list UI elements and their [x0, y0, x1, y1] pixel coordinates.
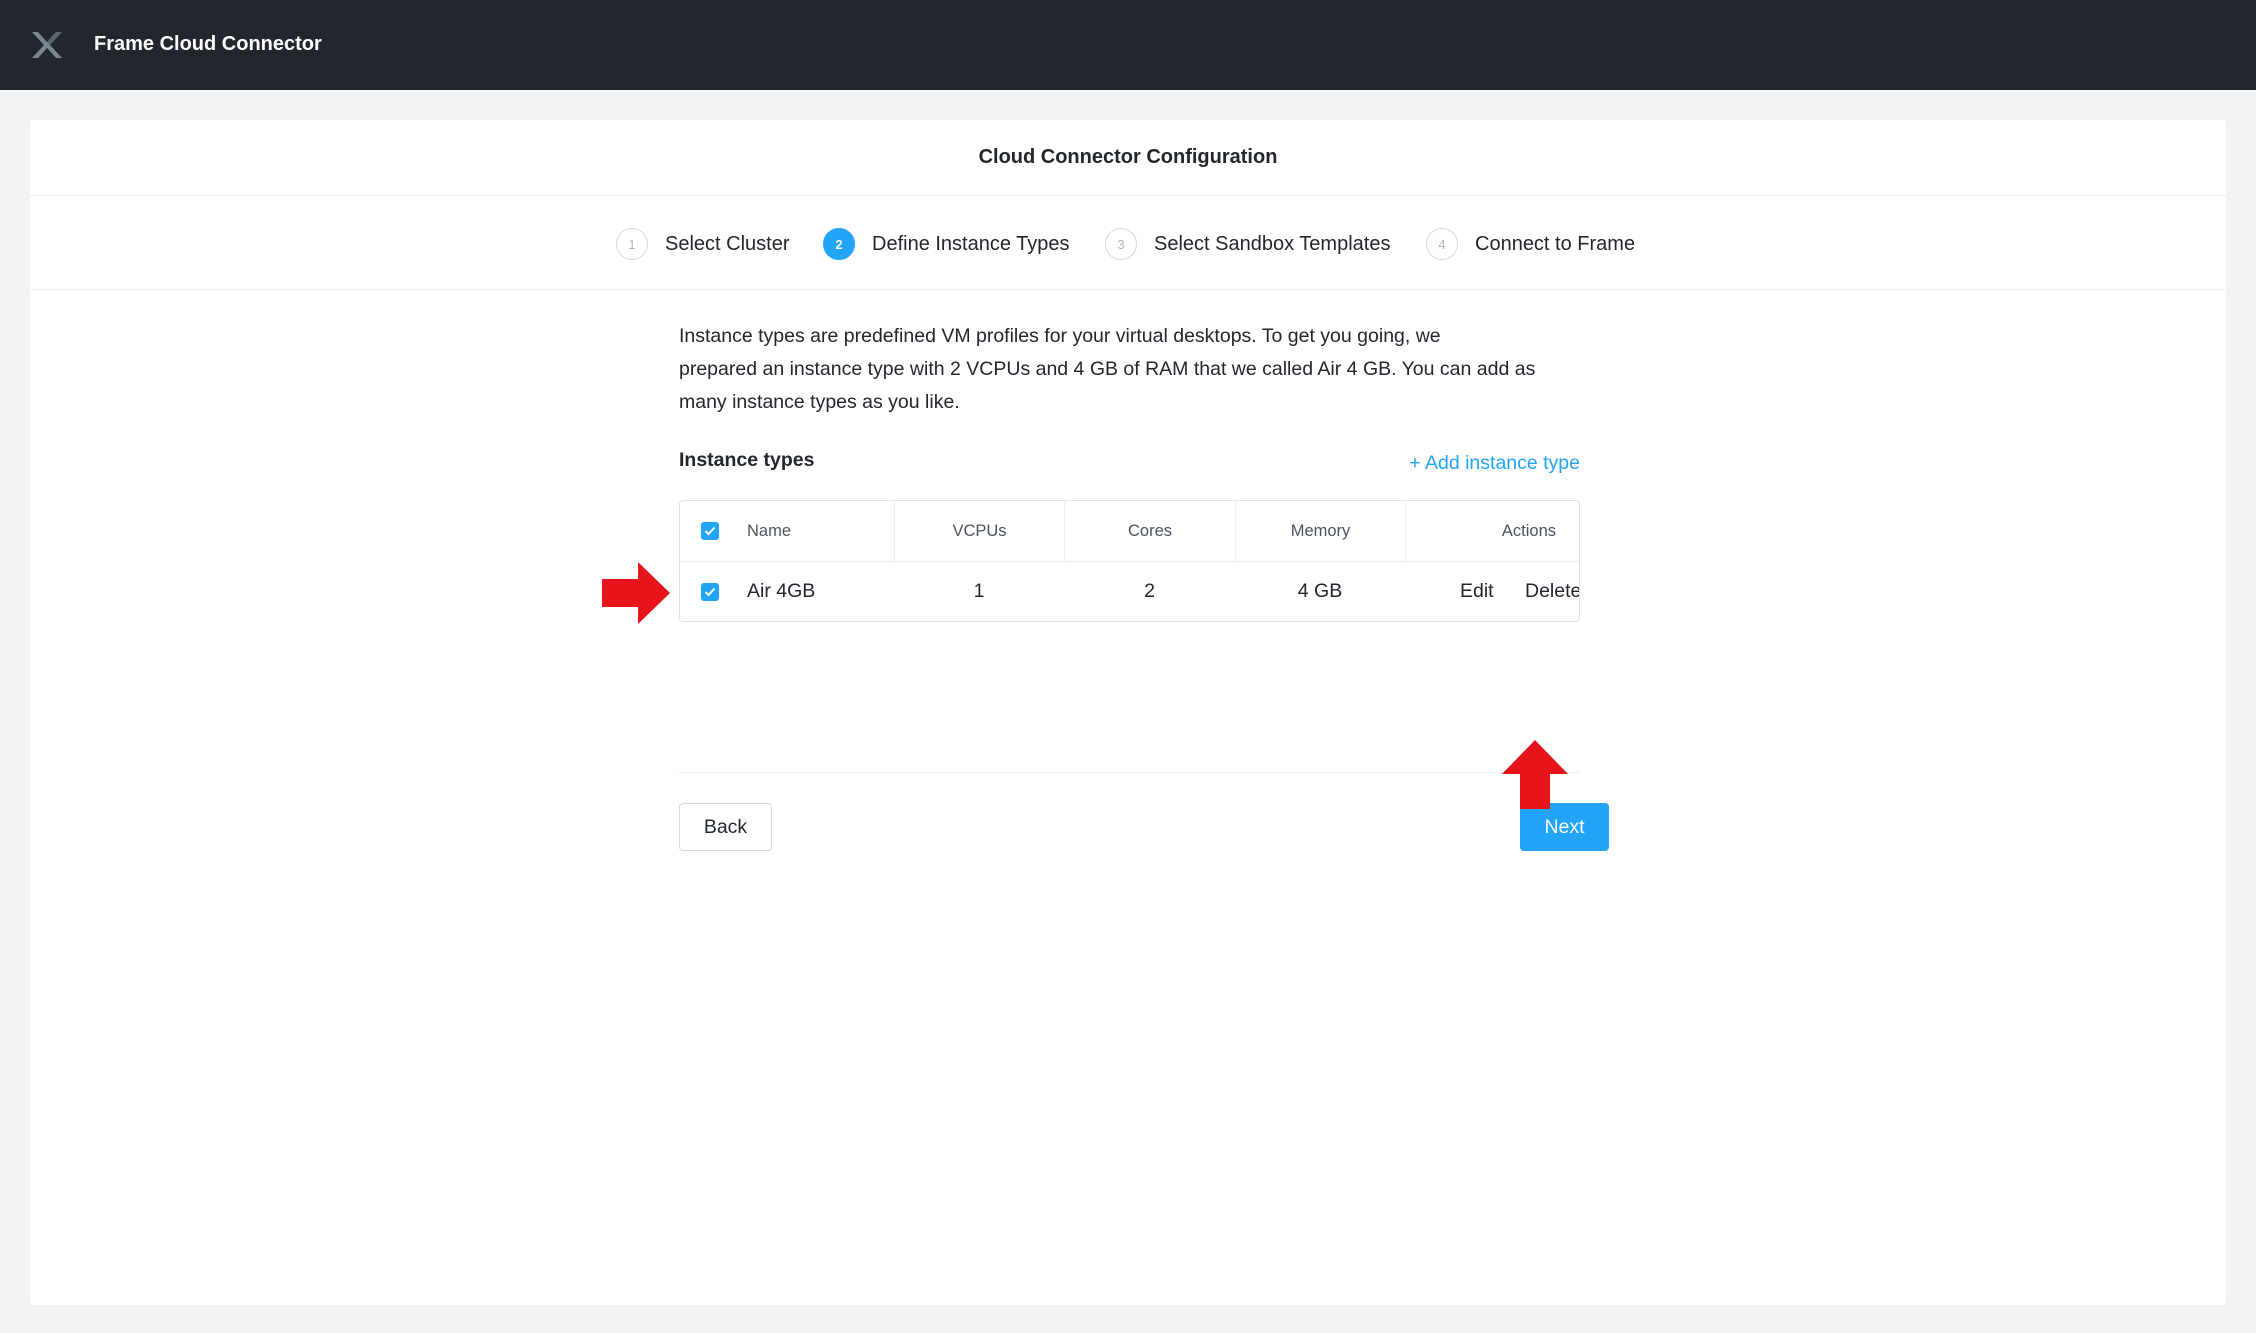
intro-line: Instance types are predefined VM profile… — [679, 325, 1441, 347]
intro-line: many instance types as you like. — [679, 391, 960, 413]
column-header-memory[interactable]: Memory — [1235, 501, 1405, 561]
table-header-row: Name VCPUs Cores Memory Actions — [680, 501, 1579, 561]
step-label: Connect to Frame — [1475, 232, 1636, 255]
select-all-checkbox[interactable] — [701, 522, 719, 540]
step-number: 1 — [616, 228, 648, 260]
cell-memory: 4 GB — [1297, 580, 1343, 602]
column-header-vcpus[interactable]: VCPUs — [894, 501, 1064, 561]
cell-name: Air 4GB — [747, 580, 816, 602]
back-button[interactable]: Back — [679, 803, 772, 851]
step-define-instance-types[interactable]: 2 Define Instance Types — [823, 228, 1070, 260]
column-header-cores[interactable]: Cores — [1064, 501, 1235, 561]
step-label: Select Cluster — [665, 232, 790, 255]
right-arrow-annotation-icon — [602, 562, 670, 624]
up-arrow-annotation-icon — [1502, 740, 1568, 809]
intro-line: prepared an instance type with 2 VCPUs a… — [679, 358, 1536, 380]
instance-types-table: Name VCPUs Cores Memory Actions Air 4GB … — [679, 500, 1580, 622]
add-instance-type-link[interactable]: + Add instance type — [1409, 452, 1580, 475]
step-select-sandbox-templates[interactable]: 3 Select Sandbox Templates — [1105, 228, 1390, 260]
divider — [679, 772, 1580, 773]
check-icon — [704, 526, 716, 536]
step-number: 2 — [823, 228, 855, 260]
check-icon — [704, 587, 716, 596]
column-header-actions: Actions — [1405, 501, 1578, 561]
cell-cores: 2 — [1144, 580, 1155, 602]
nutanix-x-logo-icon[interactable] — [30, 30, 64, 60]
delete-link[interactable]: Delete — [1525, 562, 1579, 621]
edit-link[interactable]: Edit — [1460, 562, 1494, 621]
step-connect-to-frame[interactable]: 4 Connect to Frame — [1426, 228, 1635, 260]
intro-text: Instance types are predefined VM profile… — [679, 320, 1610, 419]
cell-vcpus: 1 — [973, 580, 985, 602]
step-label: Define Instance Types — [872, 232, 1070, 255]
top-bar: Frame Cloud Connector — [0, 0, 2256, 90]
step-number: 3 — [1105, 228, 1137, 260]
configuration-card: Cloud Connector Configuration 1 Select C… — [30, 120, 2226, 1305]
step-select-cluster[interactable]: 1 Select Cluster — [616, 228, 790, 260]
step-label: Select Sandbox Templates — [1154, 232, 1391, 255]
row-checkbox[interactable] — [701, 582, 719, 601]
card-header: Cloud Connector Configuration — [30, 120, 2226, 196]
wizard-stepper: 1 Select Cluster 2 Define Instance Types… — [30, 196, 2226, 290]
table-row: Air 4GB 1 2 4 GB Edit Delete — [680, 561, 1579, 621]
step-number: 4 — [1426, 228, 1458, 260]
instance-types-title: Instance types — [679, 449, 815, 471]
page-title: Cloud Connector Configuration — [978, 146, 1278, 168]
column-header-name[interactable]: Name — [747, 501, 791, 561]
app-title: Frame Cloud Connector — [94, 33, 322, 55]
